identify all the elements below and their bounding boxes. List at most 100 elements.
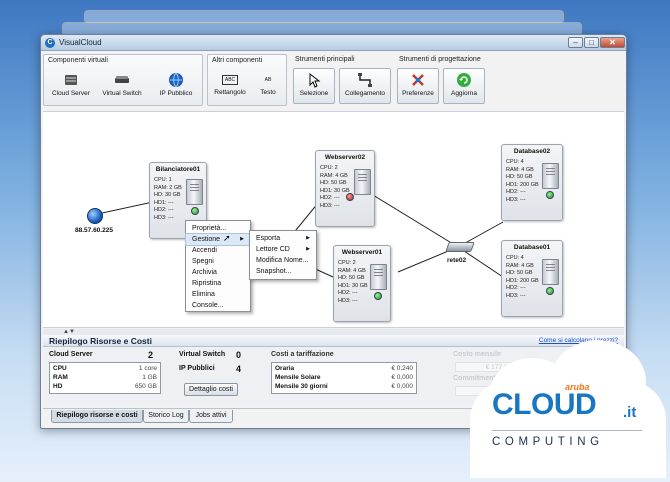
- button-label: Rettangolo: [214, 89, 246, 96]
- server-name: Webserver02: [324, 154, 366, 161]
- refresh-icon: [457, 73, 471, 87]
- server-specs: CPU: 1 RAM: 2 GB HD: 30 GB HD1: --- HD2: ---…: [154, 177, 182, 221]
- menu-item-console[interactable]: Console...: [186, 300, 250, 311]
- resource-row: HD 650 GB: [53, 383, 157, 390]
- menu-item-management[interactable]: Gestione ▶: [185, 233, 251, 246]
- menu-item-label: Lettore CD: [256, 246, 290, 253]
- server-name: Database02: [513, 148, 551, 155]
- server-card-database01[interactable]: Database01 CPU: 4 RAM: 4 GB HD: 50 GB HD1: …: [501, 240, 563, 317]
- menu-item-label: Gestione: [192, 236, 221, 243]
- group-title: Altri componenti: [212, 57, 263, 64]
- group-virtual-components: Componenti virtuali Cloud Server Virtual…: [43, 54, 203, 106]
- submenu: Esporta ▶ Lettore CD ▶ Modifica Nome... Sn…: [249, 230, 317, 280]
- server-icon: [542, 163, 559, 189]
- switch-icon: [115, 76, 129, 83]
- group-title: Strumenti di progettazione: [399, 56, 481, 63]
- maximize-button[interactable]: □: [584, 37, 599, 48]
- app-icon: C: [45, 38, 55, 48]
- submenu-arrow-icon: ▶: [306, 235, 310, 241]
- virtual-switch-button[interactable]: Virtual Switch: [100, 69, 144, 105]
- menu-item-power-off[interactable]: Spegni: [186, 256, 250, 267]
- public-ip-label: 88.57.60.225: [75, 227, 113, 234]
- cost-row: Mensile 30 giorni € 0,000: [275, 383, 413, 390]
- public-ip-label: IP Pubblici: [179, 365, 215, 372]
- cost-row: Oraria € 0,240: [275, 365, 413, 372]
- background-window: [84, 10, 564, 24]
- button-label: Selezione: [299, 90, 329, 97]
- resource-row: RAM 1 GB: [53, 374, 157, 381]
- text-button[interactable]: AB Testo: [252, 69, 284, 105]
- group-title: Strumenti principali: [295, 56, 355, 63]
- selection-button[interactable]: Selezione: [293, 68, 335, 104]
- virtual-switch-rete02-icon[interactable]: [445, 242, 475, 252]
- server-icon: [542, 259, 559, 285]
- tab-history-log[interactable]: Storico Log: [143, 410, 189, 423]
- text-icon: AB: [264, 77, 272, 83]
- group-design-tools: Strumenti di progettazione Preferenze Ag…: [395, 54, 505, 106]
- rectangle-icon: ABC: [222, 75, 238, 85]
- cloud-wordmark: CLOUD: [492, 388, 597, 421]
- server-icon: [354, 169, 371, 195]
- server-icon: [186, 179, 203, 205]
- virtual-switch-count: 0: [236, 350, 242, 360]
- server-icon: [65, 75, 77, 85]
- server-name: Bilanciatore01: [155, 166, 201, 173]
- menu-item-delete[interactable]: Elimina: [186, 289, 250, 300]
- refresh-button[interactable]: Aggiorna: [443, 68, 485, 104]
- window-title: VisualCloud: [59, 38, 102, 47]
- button-label: Preferenze: [402, 90, 434, 97]
- virtual-switch-label: Virtual Switch: [179, 351, 226, 358]
- server-name: Webserver01: [341, 249, 383, 256]
- close-button[interactable]: ✕: [600, 37, 625, 48]
- public-ip-globe-icon[interactable]: [87, 208, 103, 224]
- connection-button[interactable]: Collegamento: [339, 68, 391, 104]
- globe-icon: [169, 72, 183, 88]
- status-indicator-green: [546, 287, 554, 295]
- cloud-server-label: Cloud Server: [49, 351, 93, 358]
- it-wordmark: .it: [623, 404, 637, 421]
- button-label: Testo: [260, 89, 276, 96]
- submenu-arrow-icon: ▶: [240, 236, 244, 242]
- menu-item-label: Esporta: [256, 235, 281, 242]
- context-menu: Proprietà... Gestione ▶ Accendi Spegni Ar…: [185, 220, 251, 312]
- menu-item-properties[interactable]: Proprietà...: [186, 223, 250, 234]
- aruba-cloud-logo: aruba CLOUD .it COMPUTING: [470, 340, 666, 478]
- tab-active-jobs[interactable]: Jobs attivi: [189, 410, 233, 423]
- tab-resources-costs[interactable]: Riepilogo risorse e costi: [51, 410, 143, 423]
- switch-label: rete02: [447, 257, 467, 264]
- button-label: Collegamento: [344, 90, 386, 97]
- resource-row: CPU 1 core: [53, 365, 157, 372]
- minimize-button[interactable]: –: [568, 37, 583, 48]
- preferences-button[interactable]: Preferenze: [397, 68, 439, 104]
- mouse-cursor-icon: ➚: [223, 233, 231, 243]
- cloud-server-button[interactable]: Cloud Server: [50, 69, 92, 105]
- submenu-item-rename[interactable]: Modifica Nome...: [250, 255, 316, 266]
- rectangle-button[interactable]: ABC Rettangolo: [212, 69, 248, 105]
- submenu-item-export[interactable]: Esporta ▶: [250, 233, 316, 244]
- group-main-tools: Strumenti principali Selezione Collegame…: [291, 54, 395, 106]
- button-label: IP Pubblico: [159, 90, 193, 97]
- group-other-components: Altri componenti ABC Rettangolo AB Testo: [207, 54, 287, 106]
- computing-wordmark: COMPUTING: [492, 436, 604, 448]
- summary-title: Riepilogo Risorse e Costi: [49, 336, 152, 346]
- menu-item-power-on[interactable]: Accendi: [186, 245, 250, 256]
- server-card-database02[interactable]: Database02 CPU: 4 RAM: 4 GB HD: 50 GB HD1: …: [501, 144, 563, 221]
- ribbon-toolbar: Componenti virtuali Cloud Server Virtual…: [43, 54, 624, 108]
- menu-item-restore[interactable]: Ripristina: [186, 278, 250, 289]
- status-indicator-green: [191, 207, 199, 215]
- network-diagram-canvas[interactable]: 88.57.60.225 Bilanciatore01 CPU: 1 RAM: 2…: [43, 111, 624, 328]
- server-icon: [370, 264, 387, 290]
- server-specs: CPU: 2 RAM: 4 GB HD: 50 GB HD1: 30 GB HD2: -…: [338, 260, 368, 304]
- status-indicator-red: [346, 193, 354, 201]
- server-name: Database01: [513, 244, 551, 251]
- submenu-item-cd-reader[interactable]: Lettore CD ▶: [250, 244, 316, 255]
- cost-details-button[interactable]: Dettaglio costi: [184, 383, 238, 396]
- server-card-webserver02[interactable]: Webserver02 CPU: 2 RAM: 4 GB HD: 50 GB HD1:…: [315, 150, 375, 227]
- button-label: Aggiorna: [450, 90, 478, 97]
- public-ip-button[interactable]: IP Pubblico: [154, 69, 198, 105]
- status-indicator-green: [374, 292, 382, 300]
- menu-item-archive[interactable]: Archivia: [186, 267, 250, 278]
- button-label: Cloud Server: [52, 90, 90, 97]
- submenu-item-snapshot[interactable]: Snapshot...: [250, 266, 316, 277]
- server-card-webserver01[interactable]: Webserver01 CPU: 2 RAM: 4 GB HD: 50 GB HD1:…: [333, 245, 391, 322]
